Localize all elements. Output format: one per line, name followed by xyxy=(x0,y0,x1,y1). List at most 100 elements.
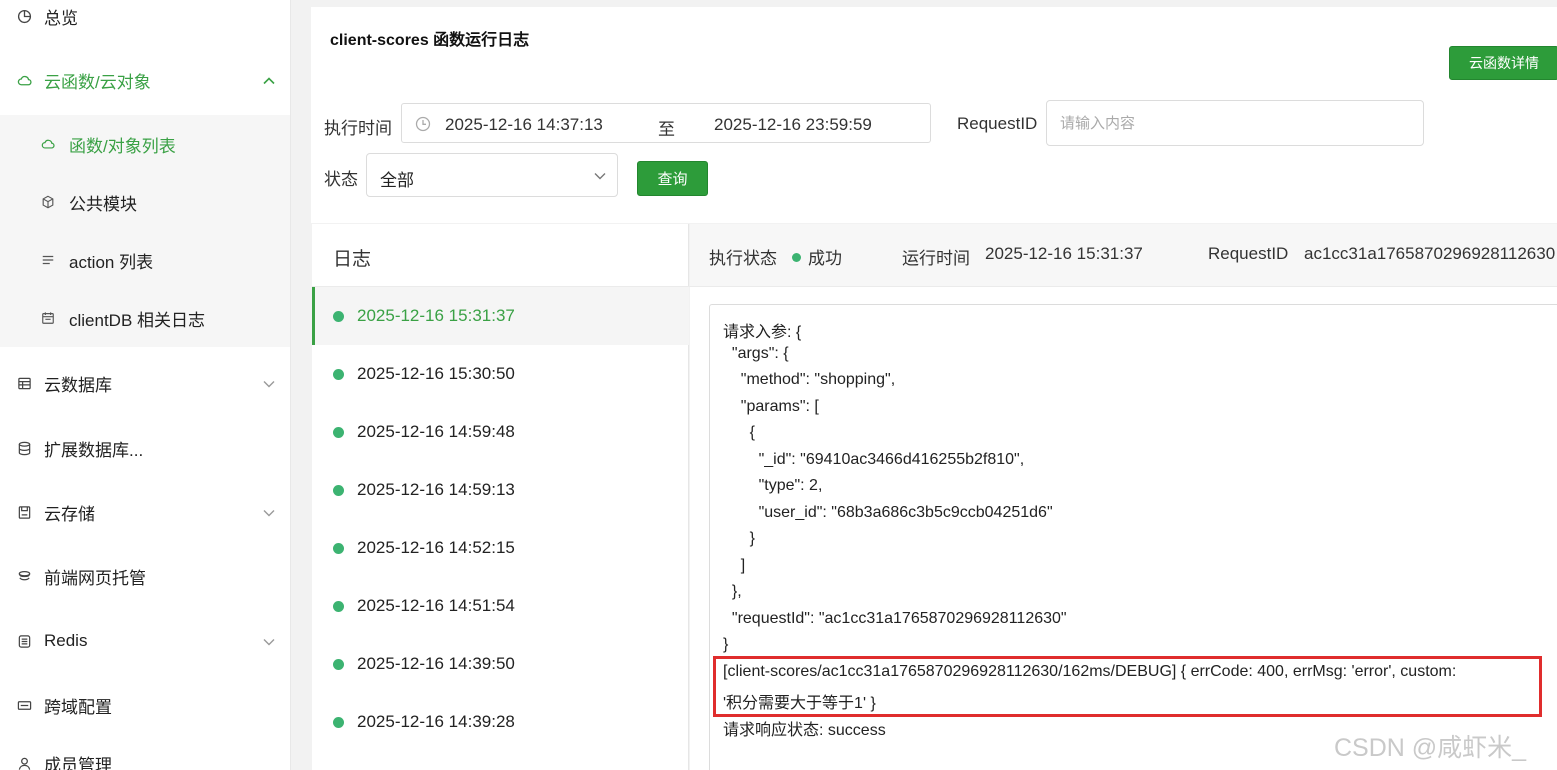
highlight-annotation xyxy=(713,656,1542,717)
sidebar-item-database[interactable]: 云数据库 xyxy=(0,355,290,411)
chevron-down-icon[interactable] xyxy=(262,376,276,390)
log-list-item[interactable]: 2025-12-16 15:30:50 xyxy=(312,345,689,403)
sidebar-item-label: 云存储 xyxy=(44,504,95,524)
sidebar-subitem-action-list[interactable]: action 列表 xyxy=(0,231,290,289)
sidebar-item-label: 云数据库 xyxy=(44,375,112,395)
chevron-down-icon xyxy=(593,168,607,182)
log-list-header: 日志 xyxy=(333,249,372,270)
log-line: "type": 2, xyxy=(723,477,823,494)
sidebar-item-members[interactable]: 成员管理 xyxy=(0,735,290,770)
log-line: "user_id": "68b3a686c3b5c9ccb04251d6" xyxy=(723,504,1053,521)
sidebar-item-label: 跨域配置 xyxy=(44,697,112,717)
log-list-item[interactable]: 2025-12-16 14:59:48 xyxy=(312,403,689,461)
log-time: 2025-12-16 14:39:50 xyxy=(357,654,515,673)
sidebar-item-cors[interactable]: 跨域配置 xyxy=(0,677,290,733)
log-list-item[interactable]: 2025-12-16 14:39:50 xyxy=(312,635,689,693)
pie-chart-icon xyxy=(16,8,32,24)
sidebar-item-label: 总览 xyxy=(44,8,78,28)
chevron-down-icon[interactable] xyxy=(262,634,276,648)
sidebar: 总览 云函数/云对象 函数/对象列表 公共模块 action 列表 client… xyxy=(0,0,291,770)
request-id-label: RequestID xyxy=(957,114,1038,133)
exec-status-value: 成功 xyxy=(808,249,842,268)
log-time: 2025-12-16 14:51:54 xyxy=(357,596,515,615)
sidebar-item-label: Redis xyxy=(44,631,88,650)
date-range-picker[interactable]: 2025-12-16 14:37:13 至 2025-12-16 23:59:5… xyxy=(401,103,931,143)
log-line: 请求响应状态: success xyxy=(723,722,886,739)
range-separator: 至 xyxy=(658,120,675,139)
sidebar-subitem-label: action 列表 xyxy=(69,252,154,272)
chevron-up-icon[interactable] xyxy=(262,73,276,87)
status-label: 状态 xyxy=(324,170,358,189)
run-time-value: 2025-12-16 15:31:37 xyxy=(985,244,1143,263)
database-icon xyxy=(16,440,32,456)
detail-request-id-value: ac1cc31a1765870296928112630 xyxy=(1304,244,1556,263)
log-list-item[interactable]: 2025-12-16 14:59:13 xyxy=(312,461,689,519)
chevron-down-icon[interactable] xyxy=(262,505,276,519)
sidebar-item-label: 云函数/云对象 xyxy=(44,72,151,92)
start-time[interactable]: 2025-12-16 14:37:13 xyxy=(445,115,603,135)
sidebar-subitem-label: 公共模块 xyxy=(69,194,137,214)
log-line: "method": "shopping", xyxy=(723,371,896,388)
log-line: "params": [ xyxy=(723,398,819,415)
status-dot-icon xyxy=(333,426,344,438)
sidebar-item-web-hosting[interactable]: 前端网页托管 xyxy=(0,548,290,604)
status-select-value: 全部 xyxy=(380,171,414,190)
sidebar-item-redis[interactable]: Redis xyxy=(0,613,290,669)
success-dot-icon xyxy=(792,253,801,262)
cloud-icon xyxy=(40,136,56,152)
log-list-item[interactable]: 2025-12-16 14:51:54 xyxy=(312,577,689,635)
list-icon xyxy=(40,252,56,268)
status-dot-icon xyxy=(333,716,344,728)
log-line: ] xyxy=(723,557,746,574)
log-list-item[interactable]: 2025-12-16 14:52:15 xyxy=(312,519,689,577)
log-time: 2025-12-16 14:39:28 xyxy=(357,712,515,731)
log-time: 2025-12-16 15:31:37 xyxy=(357,306,515,325)
status-dot-icon xyxy=(333,368,344,380)
sidebar-item-label: 前端网页托管 xyxy=(44,568,146,588)
page-title: client-scores 函数运行日志 xyxy=(330,32,530,49)
log-line: "requestId": "ac1cc31a176587029692811263… xyxy=(723,610,1067,627)
sidebar-item-label: 成员管理 xyxy=(44,755,112,770)
log-line: } xyxy=(723,530,756,547)
sidebar-subitem-common-modules[interactable]: 公共模块 xyxy=(0,173,290,231)
sidebar-item-extended-database[interactable]: 扩展数据库... xyxy=(0,420,290,476)
calendar-icon xyxy=(40,310,56,326)
log-list-item[interactable]: 2025-12-16 15:31:37 xyxy=(312,287,689,345)
log-time: 2025-12-16 14:59:48 xyxy=(357,422,515,441)
sidebar-item-cloud-functions[interactable]: 云函数/云对象 xyxy=(0,52,290,108)
sidebar-subitem-function-list[interactable]: 函数/对象列表 xyxy=(0,115,290,173)
sidebar-subitem-clientdb-logs[interactable]: clientDB 相关日志 xyxy=(0,289,290,347)
status-dot-icon xyxy=(333,310,344,322)
sidebar-item-label: 扩展数据库... xyxy=(44,440,144,460)
log-list-item[interactable]: 2025-12-16 14:39:28 xyxy=(312,693,689,751)
sidebar-item-storage[interactable]: 云存储 xyxy=(0,484,290,540)
database-table-icon xyxy=(16,375,32,391)
request-id-input[interactable] xyxy=(1046,100,1424,146)
status-select[interactable]: 全部 xyxy=(366,153,618,197)
sidebar-item-overview[interactable]: 总览 xyxy=(0,0,290,44)
detail-request-id-label: RequestID xyxy=(1208,244,1289,263)
status-dot-icon xyxy=(333,600,344,612)
function-detail-button[interactable]: 云函数详情 xyxy=(1449,46,1557,80)
run-time-label: 运行时间 xyxy=(902,249,970,268)
end-time[interactable]: 2025-12-16 23:59:59 xyxy=(714,115,872,135)
storage-icon xyxy=(16,504,32,520)
log-line: "_id": "69410ac3466d416255b2f810", xyxy=(723,451,1025,468)
cloud-icon xyxy=(16,72,32,88)
status-dot-icon xyxy=(333,484,344,496)
exec-status-label: 执行状态 xyxy=(709,249,777,268)
status-dot-icon xyxy=(333,542,344,554)
redis-icon xyxy=(16,633,32,649)
log-time: 2025-12-16 15:30:50 xyxy=(357,364,515,383)
exec-status-badge: 成功 xyxy=(792,244,842,269)
log-time: 2025-12-16 14:59:13 xyxy=(357,480,515,499)
log-line: 请求入参: { xyxy=(723,324,802,341)
log-line: }, xyxy=(723,583,742,600)
hosting-icon xyxy=(16,568,32,584)
sidebar-subitem-label: 函数/对象列表 xyxy=(69,136,176,156)
clock-icon xyxy=(415,116,431,132)
log-line: "args": { xyxy=(723,345,789,362)
cube-icon xyxy=(40,194,56,210)
log-line: { xyxy=(723,424,756,441)
query-button[interactable]: 查询 xyxy=(637,161,708,196)
